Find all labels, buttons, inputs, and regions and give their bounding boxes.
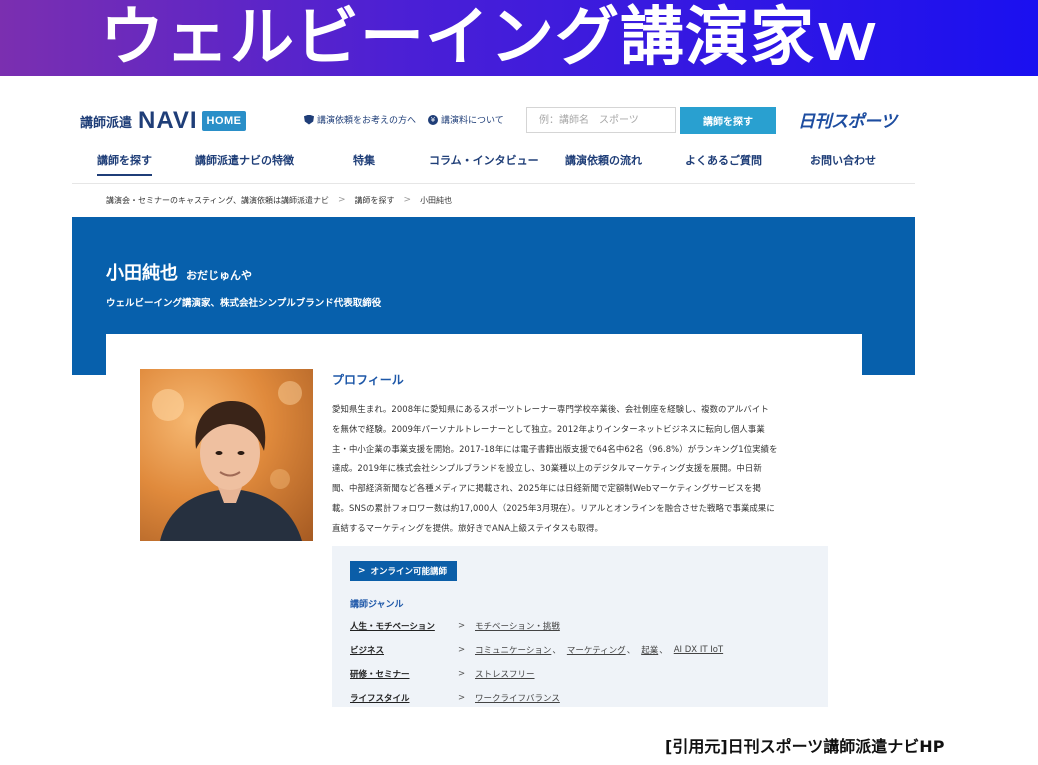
nav-item-special[interactable]: 特集 — [353, 152, 375, 174]
speaker-portrait-icon — [152, 381, 302, 541]
breadcrumb-current: 小田純也 — [420, 195, 453, 205]
bio-line: を無休で経験。2009年パーソナルトレーナーとして独立。2012年よりインターネ… — [332, 423, 765, 434]
link-fee-info[interactable]: ¥ 講演料について — [428, 113, 504, 126]
home-button[interactable]: HOME — [202, 111, 246, 131]
genre-row: ライフスタイル > ワークライフバランス — [350, 692, 560, 704]
speaker-name-kanji: 小田純也 — [106, 263, 178, 284]
chevron-right-icon: > — [458, 669, 466, 679]
speaker-title: ウェルビーイング講演家、株式会社シンプルブランド代表取締役 — [106, 298, 382, 309]
link-request-info[interactable]: 講演依頼をお考えの方へ — [304, 113, 416, 126]
genre-row: ビジネス > コミュニケーション、 マーケティング、 起業、 AI DX IT … — [350, 644, 723, 656]
website-screenshot: 講師派遣 NAVI HOME 講演依頼をお考えの方へ ¥ 講演料について 講師を… — [72, 92, 915, 707]
nav-item-column-interview[interactable]: コラム・インタビュー — [429, 152, 539, 174]
genre-tag-link[interactable]: ワークライフバランス — [475, 692, 560, 704]
chevron-right-icon: > — [403, 195, 412, 205]
search-input[interactable] — [526, 107, 676, 133]
chevron-right-icon: > — [458, 645, 466, 655]
bio-line: 愛知県生まれ。2008年に愛知県にあるスポーツトレーナー専門学校卒業後、会社側座… — [332, 404, 769, 414]
breadcrumb: 講演会・セミナーのキャスティング、講演依頼は講師派遣ナビ > 講師を探す > 小… — [106, 192, 452, 208]
genre-row: 人生・モチベーション > モチベーション・挑戦 — [350, 620, 560, 632]
genre-tag-link[interactable]: モチベーション・挑戦 — [475, 620, 560, 632]
slide-title-banner: ウェルビーイング講演家ｗ — [0, 0, 1038, 76]
nav-item-find-speaker[interactable]: 講師を探す — [97, 152, 152, 176]
global-nav: 講師を探す 講師派遣ナビの特徴 特集 コラム・インタビュー 講演依頼の流れ よく… — [72, 150, 915, 180]
online-available-label: オンライン可能講師 — [370, 567, 448, 577]
online-available-badge[interactable]: > オンライン可能講師 — [350, 561, 458, 581]
tag-separator: 、 — [659, 646, 668, 656]
link-request-info-label: 講演依頼をお考えの方へ — [317, 116, 417, 126]
genre-tag-link[interactable]: 起業 — [641, 644, 658, 656]
genre-heading: 講師ジャンル — [350, 600, 404, 610]
genre-tag-link[interactable]: マーケティング — [567, 644, 626, 656]
yen-icon: ¥ — [428, 114, 438, 125]
logo-text: 講師派遣 — [80, 115, 133, 131]
chevron-right-icon: > — [358, 566, 366, 576]
chevron-right-icon: > — [458, 621, 466, 631]
nav-item-faq[interactable]: よくあるご質問 — [685, 152, 762, 174]
source-citation: [引用元]日刊スポーツ講師派遣ナビHP — [665, 737, 945, 756]
genre-category-link[interactable]: ビジネス — [350, 644, 458, 656]
nikkan-sports-logo[interactable]: 日刊スポーツ — [798, 107, 897, 132]
genre-category-link[interactable]: 人生・モチベーション — [350, 620, 458, 632]
logo-navi: NAVI — [138, 107, 198, 134]
site-header: 講師派遣 NAVI HOME 講演依頼をお考えの方へ ¥ 講演料について 講師を… — [72, 92, 915, 184]
bio-line: 主・中小企業の事業支援を開始。2017-18年には電子書籍出版支援で64名中62… — [332, 443, 778, 454]
nav-item-features[interactable]: 講師派遣ナビの特徴 — [195, 152, 294, 174]
genre-category-link[interactable]: ライフスタイル — [350, 692, 458, 704]
bio-line: 直結するマーケティングを提供。旅好きでANA上級ステイタスも取得。 — [332, 522, 603, 533]
link-fee-info-label: 講演料について — [441, 116, 504, 126]
slide-title: ウェルビーイング講演家ｗ — [100, 1, 880, 75]
search-button[interactable]: 講師を探す — [680, 107, 776, 134]
tag-separator: 、 — [552, 646, 561, 656]
bio-line: 達成。2019年に株式会社シンプルブランドを設立し、30業種以上のデジタルマーケ… — [332, 463, 762, 474]
chevron-right-icon: > — [458, 693, 466, 703]
tag-separator: 、 — [626, 646, 636, 656]
profile-heading: プロフィール — [332, 373, 404, 387]
speaker-photo — [140, 369, 313, 541]
bio-line: 載。SNSの累計フォロワー数は約17,000人（2025年3月現在）。リアルとオ… — [332, 502, 775, 513]
genre-tag-link[interactable]: コミュニケーション — [475, 644, 551, 656]
genre-tag-link[interactable]: ストレスフリー — [475, 668, 535, 680]
site-logo[interactable]: 講師派遣 NAVI — [80, 106, 198, 136]
speaker-name-kana: おだじゅんや — [186, 269, 252, 282]
breadcrumb-home[interactable]: 講演会・セミナーのキャスティング、講演依頼は講師派遣ナビ — [106, 195, 329, 206]
chevron-right-icon: > — [337, 195, 346, 205]
genre-box: > オンライン可能講師 講師ジャンル 人生・モチベーション > モチベーション・… — [332, 546, 828, 707]
shield-icon — [304, 114, 314, 125]
genre-row: 研修・セミナー > ストレスフリー — [350, 668, 535, 680]
profile-card: プロフィール 愛知県生まれ。2008年に愛知県にあるスポーツトレーナー専門学校卒… — [106, 334, 862, 707]
profile-bio: 愛知県生まれ。2008年に愛知県にあるスポーツトレーナー専門学校卒業後、会社側座… — [332, 400, 832, 539]
speaker-name: 小田純也 おだじゅんや — [106, 259, 252, 285]
nav-item-request-flow[interactable]: 講演依頼の流れ — [565, 152, 642, 174]
nav-item-contact[interactable]: お問い合わせ — [810, 152, 876, 174]
genre-tag-link[interactable]: AI DX IT IoT — [674, 645, 723, 655]
genre-category-link[interactable]: 研修・セミナー — [350, 668, 458, 680]
bio-line: 聞、中部経済新聞など各種メディアに掲載され、2025年には日経新聞で定額制Web… — [332, 483, 761, 494]
breadcrumb-find-speaker[interactable]: 講師を探す — [355, 195, 395, 206]
